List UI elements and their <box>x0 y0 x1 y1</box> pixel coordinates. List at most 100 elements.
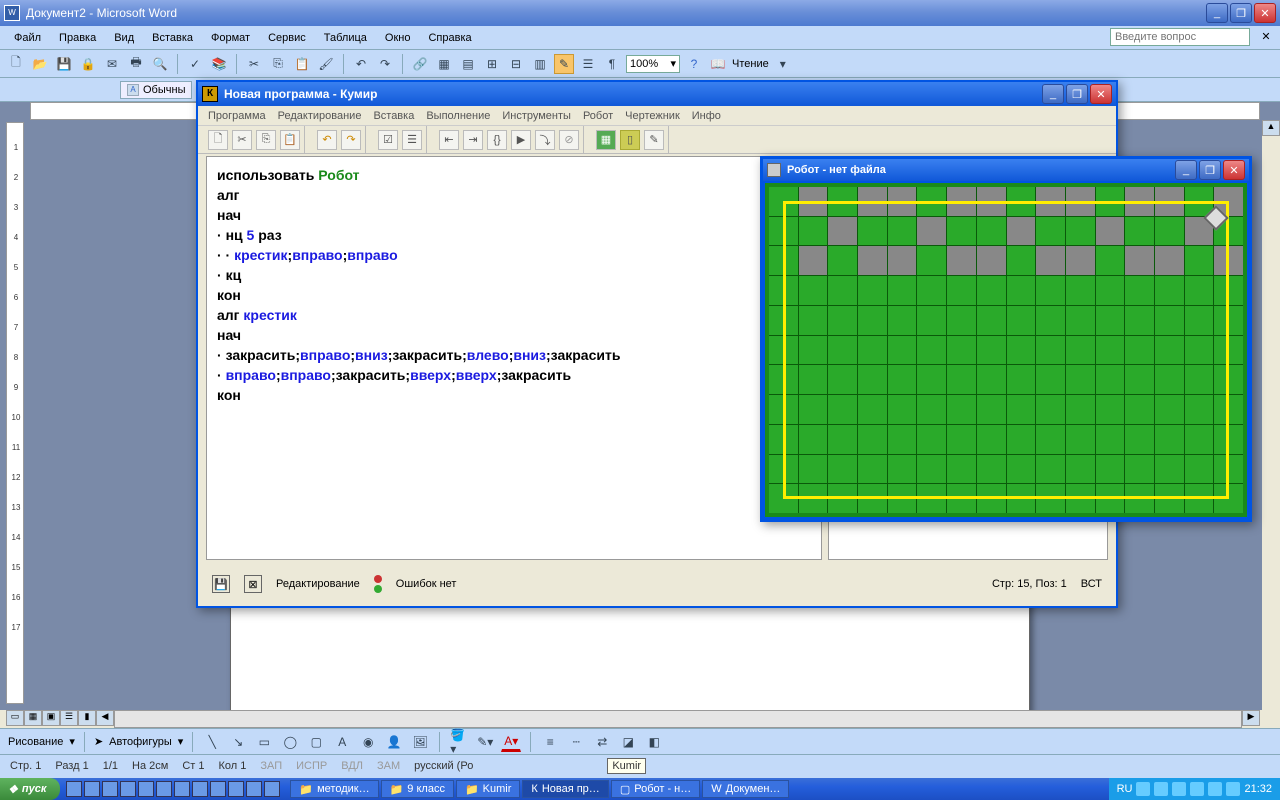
textbox-icon[interactable]: ▢ <box>306 732 326 752</box>
link-icon[interactable]: 🔗 <box>410 54 430 74</box>
copy-icon[interactable]: ⎘ <box>268 54 288 74</box>
docmap-icon[interactable]: ☰ <box>578 54 598 74</box>
kmenu-drawer[interactable]: Чертежник <box>625 110 680 122</box>
ql-icon[interactable] <box>192 781 208 797</box>
menu-file[interactable]: Файл <box>6 29 49 47</box>
menu-help[interactable]: Справка <box>420 29 479 47</box>
start-button[interactable]: ❖ пуск <box>0 778 60 800</box>
ql-icon[interactable] <box>156 781 172 797</box>
ktb-new-icon[interactable]: 🗋 <box>208 130 228 150</box>
tray-lang[interactable]: RU <box>1117 783 1133 795</box>
research-icon[interactable]: 📚 <box>209 54 229 74</box>
taskbar-task[interactable]: WДокумен… <box>702 780 789 798</box>
taskbar-task[interactable]: КНовая пр… <box>522 780 608 798</box>
ktb-step2-icon[interactable]: ⤵ <box>535 130 555 150</box>
ql-icon[interactable] <box>84 781 100 797</box>
ql-icon[interactable] <box>120 781 136 797</box>
format-painter-icon[interactable]: 🖌 <box>316 54 336 74</box>
doc-close-button[interactable]: ✕ <box>1258 30 1274 46</box>
menu-view[interactable]: Вид <box>106 29 142 47</box>
robot-titlebar[interactable]: Робот - нет файла _ ❐ ✕ <box>763 159 1249 181</box>
help-search-input[interactable] <box>1110 28 1250 46</box>
spell-icon[interactable]: ✓ <box>185 54 205 74</box>
ktb-indent-left-icon[interactable]: ⇤ <box>439 130 459 150</box>
mail-icon[interactable]: ✉ <box>102 54 122 74</box>
robot-maximize-button[interactable]: ❐ <box>1199 160 1221 180</box>
taskbar-task[interactable]: 📁9 класс <box>381 780 454 798</box>
drawing-label[interactable]: Рисование <box>8 736 63 748</box>
ktb-undo-icon[interactable]: ↶ <box>317 130 337 150</box>
ql-icon[interactable] <box>102 781 118 797</box>
menu-edit[interactable]: Правка <box>51 29 104 47</box>
clipart-icon[interactable]: 👤 <box>384 732 404 752</box>
kumir-titlebar[interactable]: К Новая программа - Кумир _ ❐ ✕ <box>198 82 1116 106</box>
print-icon[interactable]: 🖶 <box>126 54 146 74</box>
columns-icon[interactable]: ▥ <box>530 54 550 74</box>
taskbar-task[interactable]: ▢Робот - н… <box>611 780 700 798</box>
drawing-icon[interactable]: ✎ <box>554 54 574 74</box>
excel-icon[interactable]: ⊟ <box>506 54 526 74</box>
line-icon[interactable]: ╲ <box>202 732 222 752</box>
new-icon[interactable]: 🗋 <box>6 54 26 74</box>
paragraph-icon[interactable]: ¶ <box>602 54 622 74</box>
ktb-cut-icon[interactable]: ✂ <box>232 130 252 150</box>
tray-icon[interactable] <box>1226 782 1240 796</box>
ql-icon[interactable] <box>210 781 226 797</box>
scroll-up-icon[interactable]: ▲ <box>1262 120 1280 136</box>
kumir-close-button[interactable]: ✕ <box>1090 84 1112 104</box>
preview-icon[interactable]: 🔍 <box>150 54 170 74</box>
line-style-icon[interactable]: ≡ <box>540 732 560 752</box>
ql-icon[interactable] <box>246 781 262 797</box>
menu-format[interactable]: Формат <box>203 29 258 47</box>
ktb-redo-icon[interactable]: ↷ <box>341 130 361 150</box>
kmenu-edit[interactable]: Редактирование <box>278 110 362 122</box>
print-view-icon[interactable]: ▣ <box>42 710 60 726</box>
tray-clock[interactable]: 21:32 <box>1244 783 1272 795</box>
ktb-copy-icon[interactable]: ⎘ <box>256 130 276 150</box>
fill-icon[interactable]: 🪣▾ <box>449 732 469 752</box>
undo-icon[interactable]: ↶ <box>351 54 371 74</box>
style-tab[interactable]: A Обычны <box>120 81 192 99</box>
wordart-icon[interactable]: A <box>332 732 352 752</box>
vertical-scrollbar[interactable]: ▲ <box>1262 120 1280 710</box>
tray-icon[interactable] <box>1172 782 1186 796</box>
kmenu-insert[interactable]: Вставка <box>373 110 414 122</box>
ktb-paste-icon[interactable]: 📋 <box>280 130 300 150</box>
maximize-button[interactable]: ❐ <box>1230 3 1252 23</box>
kumir-maximize-button[interactable]: ❐ <box>1066 84 1088 104</box>
shadow-icon[interactable]: ◪ <box>618 732 638 752</box>
kmenu-robot[interactable]: Робот <box>583 110 613 122</box>
robot-close-button[interactable]: ✕ <box>1223 160 1245 180</box>
help-icon[interactable]: ? <box>684 54 704 74</box>
kmenu-run[interactable]: Выполнение <box>426 110 490 122</box>
kmenu-program[interactable]: Программа <box>208 110 266 122</box>
taskbar-task[interactable]: 📁Kumir <box>456 780 520 798</box>
paste-icon[interactable]: 📋 <box>292 54 312 74</box>
tray-icon[interactable] <box>1136 782 1150 796</box>
toolbar-options-icon[interactable]: ▾ <box>773 54 793 74</box>
vertical-ruler[interactable]: 1234567891011121314151617 <box>6 122 24 704</box>
ktb-field-icon[interactable]: ▯ <box>620 130 640 150</box>
ql-icon[interactable] <box>174 781 190 797</box>
ktb-check-icon[interactable]: ☑ <box>378 130 398 150</box>
redo-icon[interactable]: ↷ <box>375 54 395 74</box>
cut-icon[interactable]: ✂ <box>244 54 264 74</box>
table-grid-icon[interactable]: ▦ <box>434 54 454 74</box>
horizontal-scrollbar[interactable] <box>114 710 1242 728</box>
permission-icon[interactable]: 🔒 <box>78 54 98 74</box>
ql-icon[interactable] <box>138 781 154 797</box>
kmenu-tools[interactable]: Инструменты <box>502 110 571 122</box>
tray-icon[interactable] <box>1190 782 1204 796</box>
hscroll-left-icon[interactable]: ◀ <box>96 710 114 726</box>
pointer-icon[interactable]: ➤ <box>94 735 103 748</box>
diagram-icon[interactable]: ◉ <box>358 732 378 752</box>
tray-icon[interactable] <box>1154 782 1168 796</box>
web-view-icon[interactable]: ▦ <box>24 710 42 726</box>
tray-icon[interactable] <box>1208 782 1222 796</box>
reading-icon[interactable]: 📖 <box>708 54 728 74</box>
ql-icon[interactable] <box>66 781 82 797</box>
kstatus-close-icon[interactable]: ⊠ <box>244 575 262 593</box>
line-color-icon[interactable]: ✎▾ <box>475 732 495 752</box>
taskbar-task[interactable]: 📁методик… <box>290 780 378 798</box>
ktb-stop-icon[interactable]: ⊘ <box>559 130 579 150</box>
